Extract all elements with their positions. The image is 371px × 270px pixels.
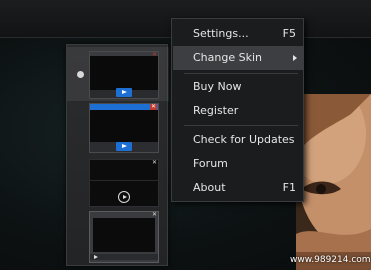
menu-item-label: Buy Now	[193, 80, 242, 93]
menu-item-buy-now[interactable]: Buy Now	[173, 75, 304, 99]
skin-selector-panel: ✕ ✕ ✕ ✕	[66, 44, 169, 266]
skin-option-4[interactable]: ✕	[67, 209, 169, 265]
close-icon: ✕	[151, 51, 157, 58]
skin-thumbnail: ✕	[89, 159, 159, 207]
menu-item-label: Register	[193, 104, 239, 117]
menu-separator	[184, 73, 298, 74]
play-circle-icon	[118, 191, 130, 203]
close-icon: ✕	[151, 159, 157, 166]
menu-item-label: Settings...	[193, 27, 249, 40]
menu-item-settings[interactable]: Settings... F5	[173, 22, 304, 46]
menu-item-shortcut: F5	[282, 27, 296, 40]
menu-item-label: About	[193, 181, 226, 194]
menu-item-label: Forum	[193, 157, 228, 170]
menu-item-label: Check for Updates	[193, 133, 295, 146]
play-icon	[116, 88, 132, 97]
selected-bullet-icon	[77, 71, 84, 78]
skin-option-3[interactable]: ✕	[67, 157, 169, 209]
skin-thumbnail: ✕	[89, 211, 159, 263]
skin-thumbnail: ✕	[89, 103, 159, 153]
menu-item-check-updates[interactable]: Check for Updates	[173, 128, 304, 152]
submenu-arrow-icon	[293, 55, 297, 61]
skin-thumbnail: ✕	[89, 51, 159, 99]
context-menu: Settings... F5 Change Skin Buy Now Regis…	[171, 18, 304, 202]
menu-item-label: Change Skin	[193, 51, 262, 64]
skin-option-2[interactable]: ✕	[67, 101, 169, 155]
play-icon	[116, 142, 132, 151]
close-icon: ✕	[149, 103, 157, 110]
menu-item-forum[interactable]: Forum	[173, 152, 304, 176]
menu-item-change-skin[interactable]: Change Skin	[173, 46, 304, 70]
watermark-text: www.989214.com	[290, 255, 371, 265]
skin-option-1[interactable]: ✕	[67, 47, 169, 101]
menu-item-register[interactable]: Register	[173, 99, 304, 123]
play-icon	[94, 255, 98, 259]
menu-item-shortcut: F1	[282, 181, 296, 194]
menu-item-about[interactable]: About F1	[173, 176, 304, 200]
menu-separator	[184, 125, 298, 126]
video-frame-image	[296, 94, 371, 270]
